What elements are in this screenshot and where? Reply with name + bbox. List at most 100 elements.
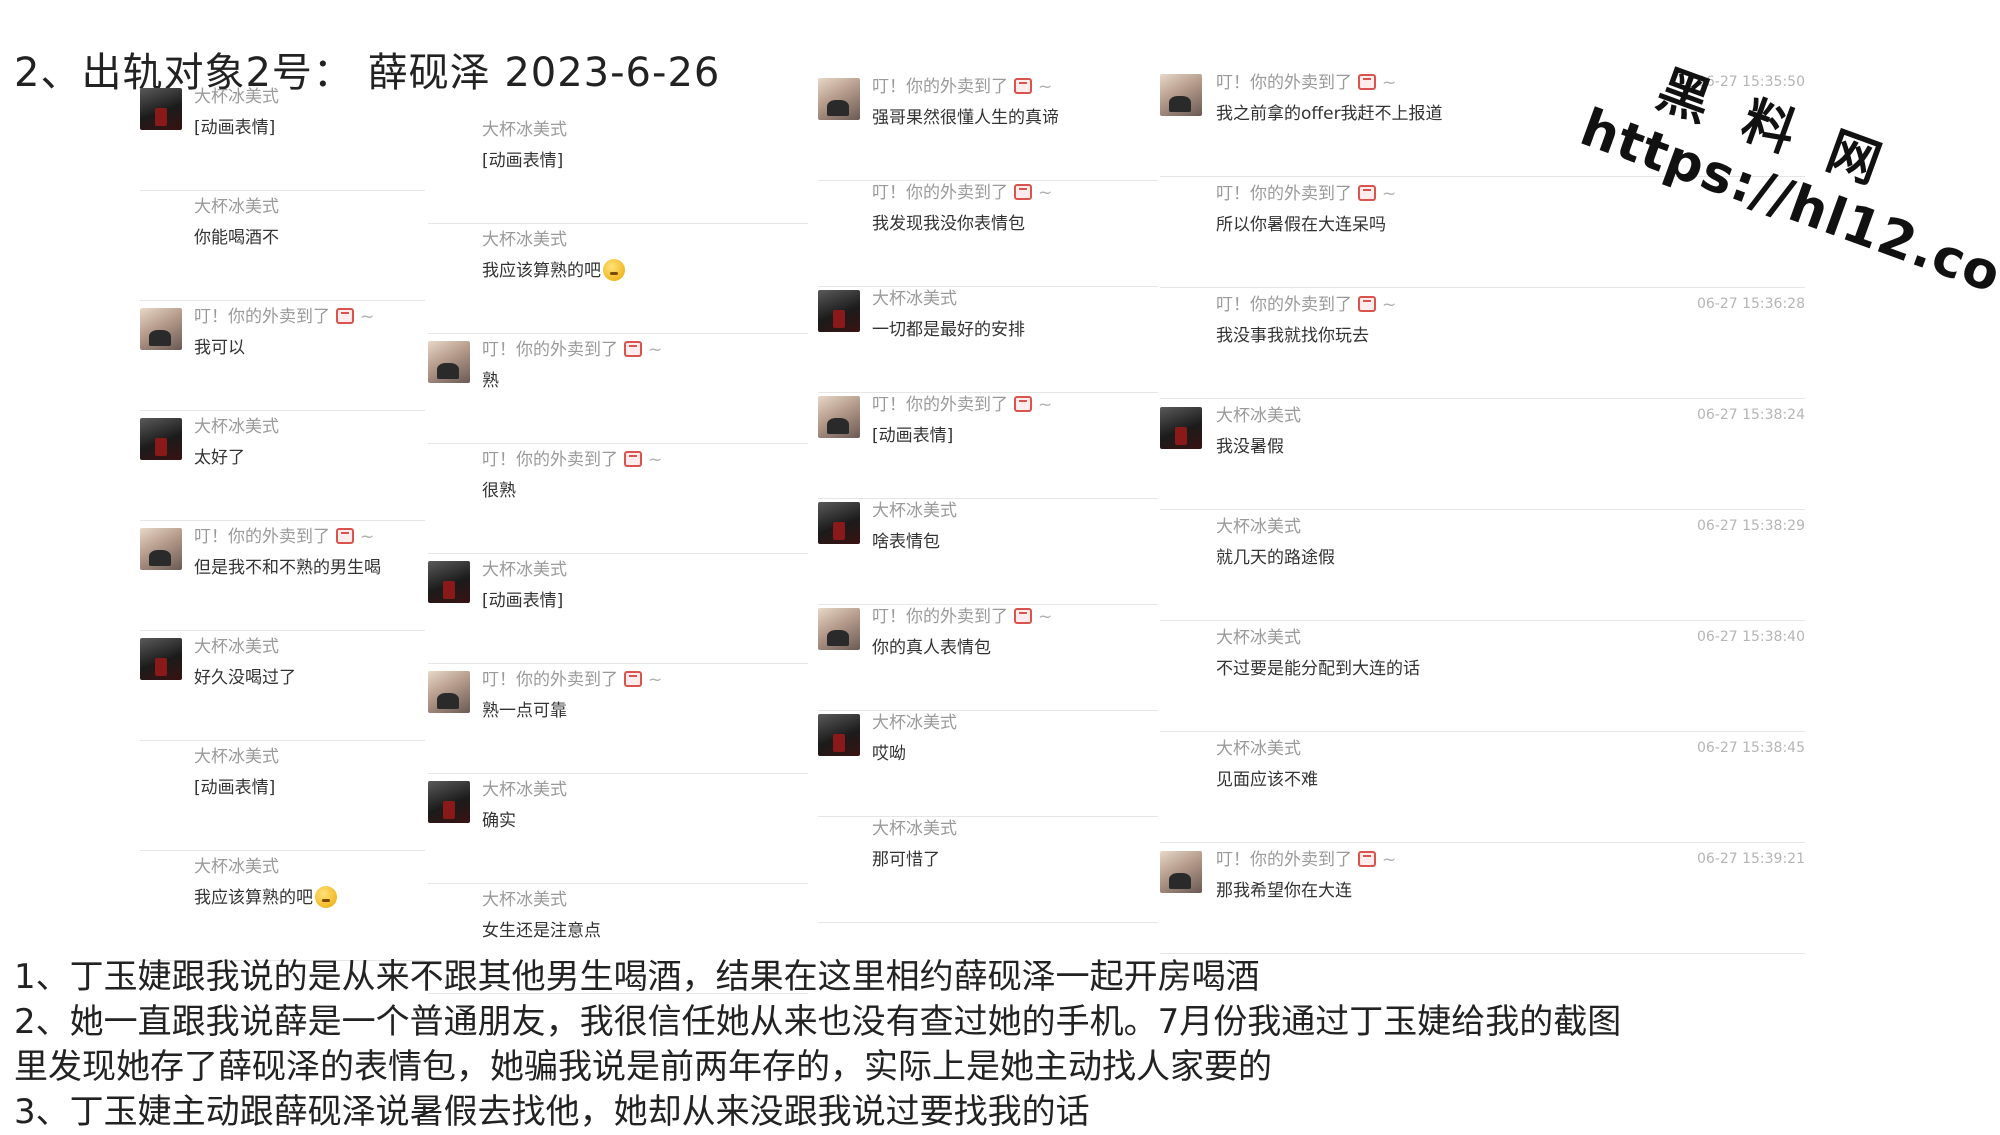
sender-name: 大杯冰美式	[194, 82, 279, 107]
tilde-glyph: ~	[648, 340, 663, 360]
chat-message: 大杯冰美式 确实	[428, 773, 808, 884]
avatar[interactable]	[428, 781, 470, 823]
takeout-cup-icon	[336, 308, 354, 324]
message-text: 我应该算熟的吧	[194, 883, 337, 908]
sender-name: 叮！你的外卖到了 ~	[1216, 179, 1396, 204]
avatar[interactable]	[1160, 407, 1202, 449]
sender-label: 大杯冰美式	[1216, 739, 1301, 759]
avatar[interactable]	[140, 638, 182, 680]
avatar[interactable]	[818, 78, 860, 120]
tilde-glyph: ~	[1038, 183, 1053, 203]
sender-label: 大杯冰美式	[872, 501, 957, 521]
message-text: 但是我不和不熟的男生喝	[194, 553, 381, 578]
sender-label: 大杯冰美式	[482, 230, 567, 250]
message-timestamp: 06-27 15:38:40	[1696, 629, 1805, 645]
message-text: [动画表情]	[194, 773, 275, 798]
chat-message: 叮！你的外卖到了 ~ 我发现我没你表情包	[818, 176, 1158, 287]
chat-message: 叮！你的外卖到了 ~ 但是我不和不熟的男生喝	[140, 520, 425, 631]
sender-name: 大杯冰美式	[1216, 512, 1301, 537]
sender-label: 大杯冰美式	[482, 890, 567, 910]
chat-message: 大杯冰美式 就几天的路途假 06-27 15:38:29	[1160, 510, 1805, 621]
sender-label: 大杯冰美式	[194, 417, 279, 437]
avatar[interactable]	[140, 418, 182, 460]
avatar[interactable]	[818, 714, 860, 756]
sender-name: 叮！你的外卖到了 ~	[482, 335, 662, 360]
avatar[interactable]	[140, 88, 182, 130]
sender-label: 叮！你的外卖到了	[872, 395, 1008, 415]
sender-name: 大杯冰美式	[872, 496, 957, 521]
avatar[interactable]	[140, 308, 182, 350]
sender-name: 大杯冰美式	[872, 708, 957, 733]
sender-label: 大杯冰美式	[194, 87, 279, 107]
note-line: 2、她一直跟我说薛是一个普通朋友，我很信任她从来也没有查过她的手机。7月份我通过…	[14, 1002, 1622, 1042]
message-body: 我可以	[194, 338, 245, 358]
chat-message: 大杯冰美式 好久没喝过了	[140, 630, 425, 741]
chat-message: 大杯冰美式 [动画表情]	[428, 553, 808, 664]
message-body: [动画表情]	[194, 778, 276, 798]
sender-name: 叮！你的外卖到了 ~	[194, 302, 374, 327]
tilde-glyph: ~	[1038, 395, 1053, 415]
sender-name: 大杯冰美式	[482, 225, 567, 250]
avatar[interactable]	[428, 561, 470, 603]
avatar[interactable]	[1160, 851, 1202, 893]
message-body: 好久没喝过了	[194, 668, 296, 688]
message-timestamp: 06-27 15:36:28	[1696, 296, 1805, 312]
chat-message: 叮！你的外卖到了 ~ [动画表情]	[818, 388, 1158, 499]
avatar[interactable]	[818, 502, 860, 544]
message-body: 太好了	[194, 448, 245, 468]
message-body: 很熟	[482, 481, 516, 501]
avatar[interactable]	[140, 528, 182, 570]
message-text: 你的真人表情包	[872, 633, 991, 658]
avatar[interactable]	[818, 608, 860, 650]
smile-emoji-icon	[603, 259, 625, 281]
message-text: 一切都是最好的安排	[872, 315, 1025, 340]
message-text: 太好了	[194, 443, 245, 468]
sender-name: 大杯冰美式	[872, 814, 957, 839]
sender-name: 叮！你的外卖到了 ~	[872, 390, 1052, 415]
chat-message: 叮！你的外卖到了 ~ 我没事我就找你玩去 06-27 15:36:28	[1160, 288, 1805, 399]
sender-label: 叮！你的外卖到了	[194, 307, 330, 327]
message-body: 你能喝酒不	[194, 228, 279, 248]
message-text: 很熟	[482, 476, 516, 501]
chat-message: 叮！你的外卖到了 ~ 很熟	[428, 443, 808, 554]
chat-message: 大杯冰美式我应该算熟的吧	[428, 223, 808, 334]
avatar[interactable]	[428, 341, 470, 383]
sender-label: 大杯冰美式	[872, 713, 957, 733]
message-text: 不过要是能分配到大连的话	[1216, 654, 1420, 679]
avatar[interactable]	[1160, 74, 1202, 116]
chat-message: 叮！你的外卖到了 ~ 熟	[428, 333, 808, 444]
sender-label: 大杯冰美式	[482, 120, 567, 140]
chat-message: 叮！你的外卖到了 ~ 那我希望你在大连 06-27 15:39:21	[1160, 843, 1805, 954]
message-text: 熟一点可靠	[482, 696, 567, 721]
avatar[interactable]	[818, 290, 860, 332]
sender-name: 大杯冰美式	[482, 775, 567, 800]
sender-name: 大杯冰美式	[194, 412, 279, 437]
message-text: 见面应该不难	[1216, 765, 1318, 790]
sender-name: 大杯冰美式	[1216, 401, 1301, 426]
message-body: [动画表情]	[194, 118, 276, 138]
chat-message: 大杯冰美式 [动画表情]	[140, 740, 425, 851]
message-text: 我应该算熟的吧	[482, 256, 625, 281]
tilde-glyph: ~	[1382, 295, 1397, 315]
message-timestamp: 06-27 15:38:29	[1696, 518, 1805, 534]
sender-name: 大杯冰美式	[1216, 623, 1301, 648]
sender-label: 大杯冰美式	[482, 560, 567, 580]
notes: 1、丁玉婕跟我说的是从来不跟其他男生喝酒，结果在这里相约薛砚泽一起开房喝酒 2、…	[14, 955, 1994, 1135]
sender-label: 大杯冰美式	[1216, 628, 1301, 648]
takeout-cup-icon	[1014, 608, 1032, 624]
message-text: 我之前拿的offer我赶不上报道	[1216, 99, 1443, 124]
sender-name: 叮！你的外卖到了 ~	[482, 665, 662, 690]
chat-message: 大杯冰美式 那可惜了	[818, 812, 1158, 923]
chat-message: 大杯冰美式不过要是能分配到大连的话 06-27 15:38:40	[1160, 621, 1805, 732]
sender-label: 叮！你的外卖到了	[482, 450, 618, 470]
tilde-glyph: ~	[648, 450, 663, 470]
tilde-glyph: ~	[1382, 73, 1397, 93]
avatar[interactable]	[428, 671, 470, 713]
sender-name: 叮！你的外卖到了 ~	[872, 178, 1052, 203]
message-body: 我发现我没你表情包	[872, 214, 1025, 234]
note-line: 里发现她存了薛砚泽的表情包，她骗我说是前两年存的，实际上是她主动找人家要的	[14, 1047, 1272, 1087]
sender-label: 叮！你的外卖到了	[872, 607, 1008, 627]
tilde-glyph: ~	[1382, 850, 1397, 870]
avatar[interactable]	[818, 396, 860, 438]
takeout-cup-icon	[336, 528, 354, 544]
